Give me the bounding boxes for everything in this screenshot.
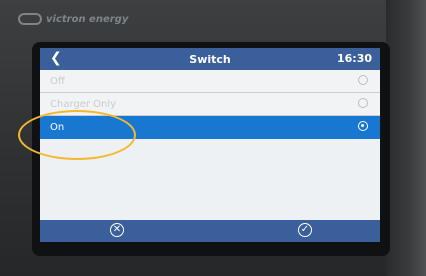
option-label: Off (50, 75, 65, 87)
radio-selected-icon[interactable] (358, 121, 368, 131)
radio-unselected-icon[interactable] (358, 98, 368, 108)
brand-text: victron energy (46, 13, 129, 25)
victron-logo-icon (18, 13, 42, 25)
screen-header: ❮ Switch 16:30 (40, 48, 380, 70)
device-body: victron energy ❮ Switch 16:30 Off Charge… (0, 0, 426, 276)
radio-unselected-icon[interactable] (358, 75, 368, 85)
page-title: Switch (189, 52, 231, 66)
annotation-highlight-circle (18, 110, 136, 160)
screen-footer: ✕ ✓ (40, 220, 380, 242)
back-chevron-icon[interactable]: ❮ (50, 50, 62, 66)
brand-logo-area: victron energy (18, 10, 128, 28)
option-row-off[interactable]: Off (40, 70, 380, 93)
clock: 16:30 (336, 52, 372, 65)
option-label: Charger Only (50, 98, 117, 110)
device-bezel (386, 0, 426, 276)
confirm-check-icon[interactable]: ✓ (298, 223, 312, 237)
cancel-icon[interactable]: ✕ (110, 223, 124, 237)
